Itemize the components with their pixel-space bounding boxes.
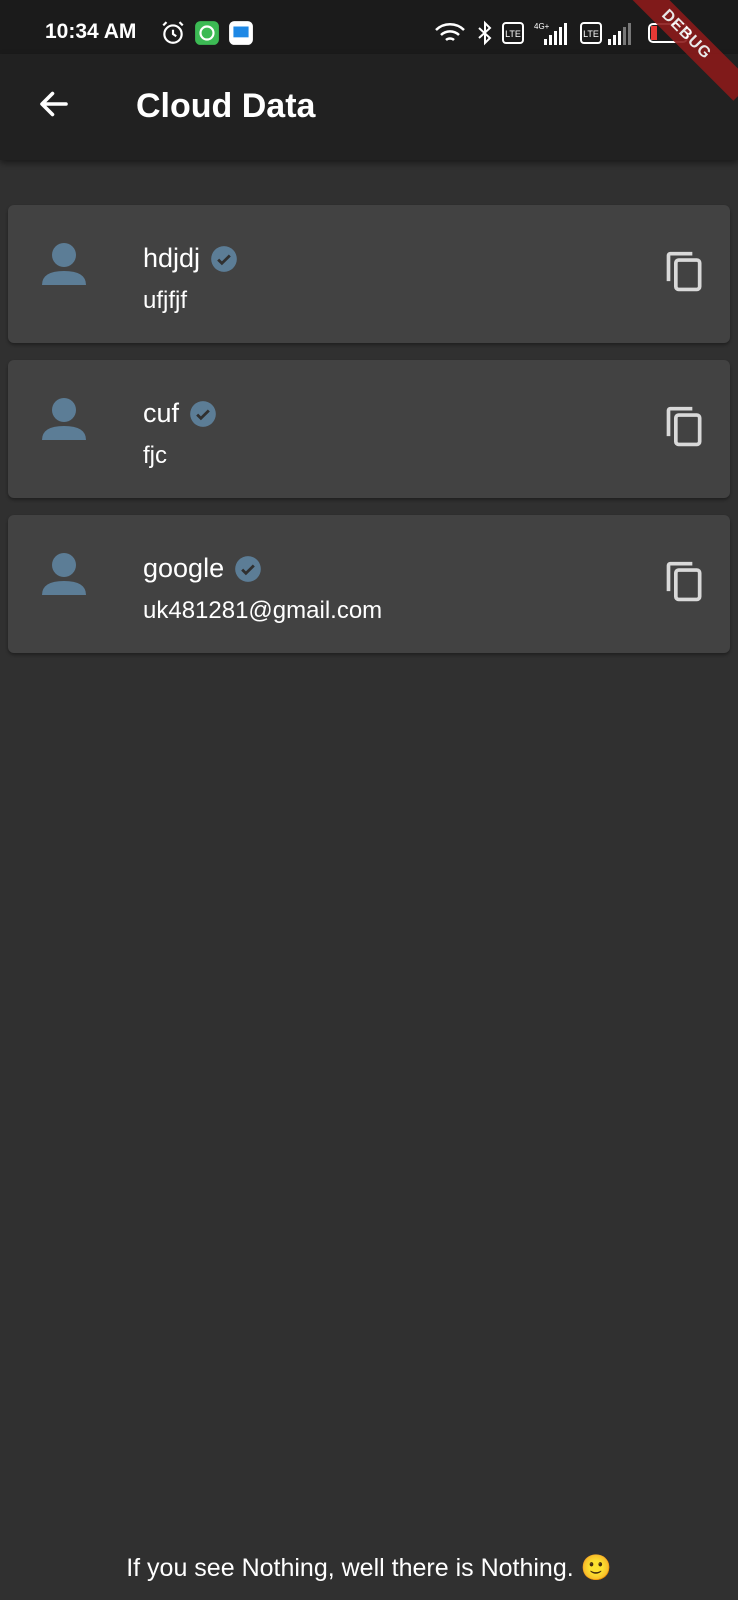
app-bar: Cloud Data — [0, 54, 738, 160]
volte-icon: LTE — [580, 20, 602, 51]
entry-title-row: hdjdj — [143, 243, 238, 274]
signal-icon — [606, 20, 636, 51]
entry-title: google — [143, 553, 225, 583]
list-item[interactable]: cuf fjc — [8, 360, 730, 498]
status-time: 10:34 AM — [45, 20, 137, 43]
bluetooth-icon — [476, 20, 494, 51]
alarm-icon — [160, 20, 186, 51]
footer-message: If you see Nothing, well there is Nothin… — [126, 1554, 612, 1582]
arrow-back-icon — [36, 86, 72, 127]
list-item[interactable]: hdjdj ufjfjf — [8, 205, 730, 343]
copy-icon — [663, 560, 707, 609]
svg-text:4G+: 4G+ — [534, 22, 550, 31]
entry-title-row: cuf — [143, 398, 217, 429]
entry-subtitle: ufjfjf — [143, 287, 188, 314]
back-button[interactable] — [24, 76, 84, 136]
status-bar: 10:34 AM LTE 4G+ LTE — [0, 0, 738, 54]
copy-icon — [663, 405, 707, 454]
copy-icon — [663, 250, 707, 299]
svg-text:LTE: LTE — [505, 29, 521, 39]
wifi-icon — [434, 20, 466, 51]
entry-title: cuf — [143, 398, 180, 428]
volte-icon: LTE — [502, 20, 524, 51]
verified-icon — [210, 245, 238, 273]
entry-subtitle: fjc — [143, 442, 167, 469]
copy-button[interactable] — [660, 404, 710, 454]
entry-title: hdjdj — [143, 243, 201, 273]
svg-text:LTE: LTE — [583, 29, 599, 39]
person-icon — [36, 237, 92, 298]
verified-icon — [189, 400, 217, 428]
app-notification-icon — [194, 20, 220, 51]
page-title: Cloud Data — [136, 87, 316, 125]
entry-subtitle: uk481281@gmail.com — [143, 597, 383, 624]
list-item[interactable]: google uk481281@gmail.com — [8, 515, 730, 653]
copy-button[interactable] — [660, 249, 710, 299]
app-notification-icon — [228, 20, 254, 51]
copy-button[interactable] — [660, 559, 710, 609]
entry-title-row: google — [143, 553, 262, 584]
person-icon — [36, 547, 92, 608]
signal-icon: 4G+ — [532, 20, 572, 51]
verified-icon — [234, 555, 262, 583]
person-icon — [36, 392, 92, 453]
